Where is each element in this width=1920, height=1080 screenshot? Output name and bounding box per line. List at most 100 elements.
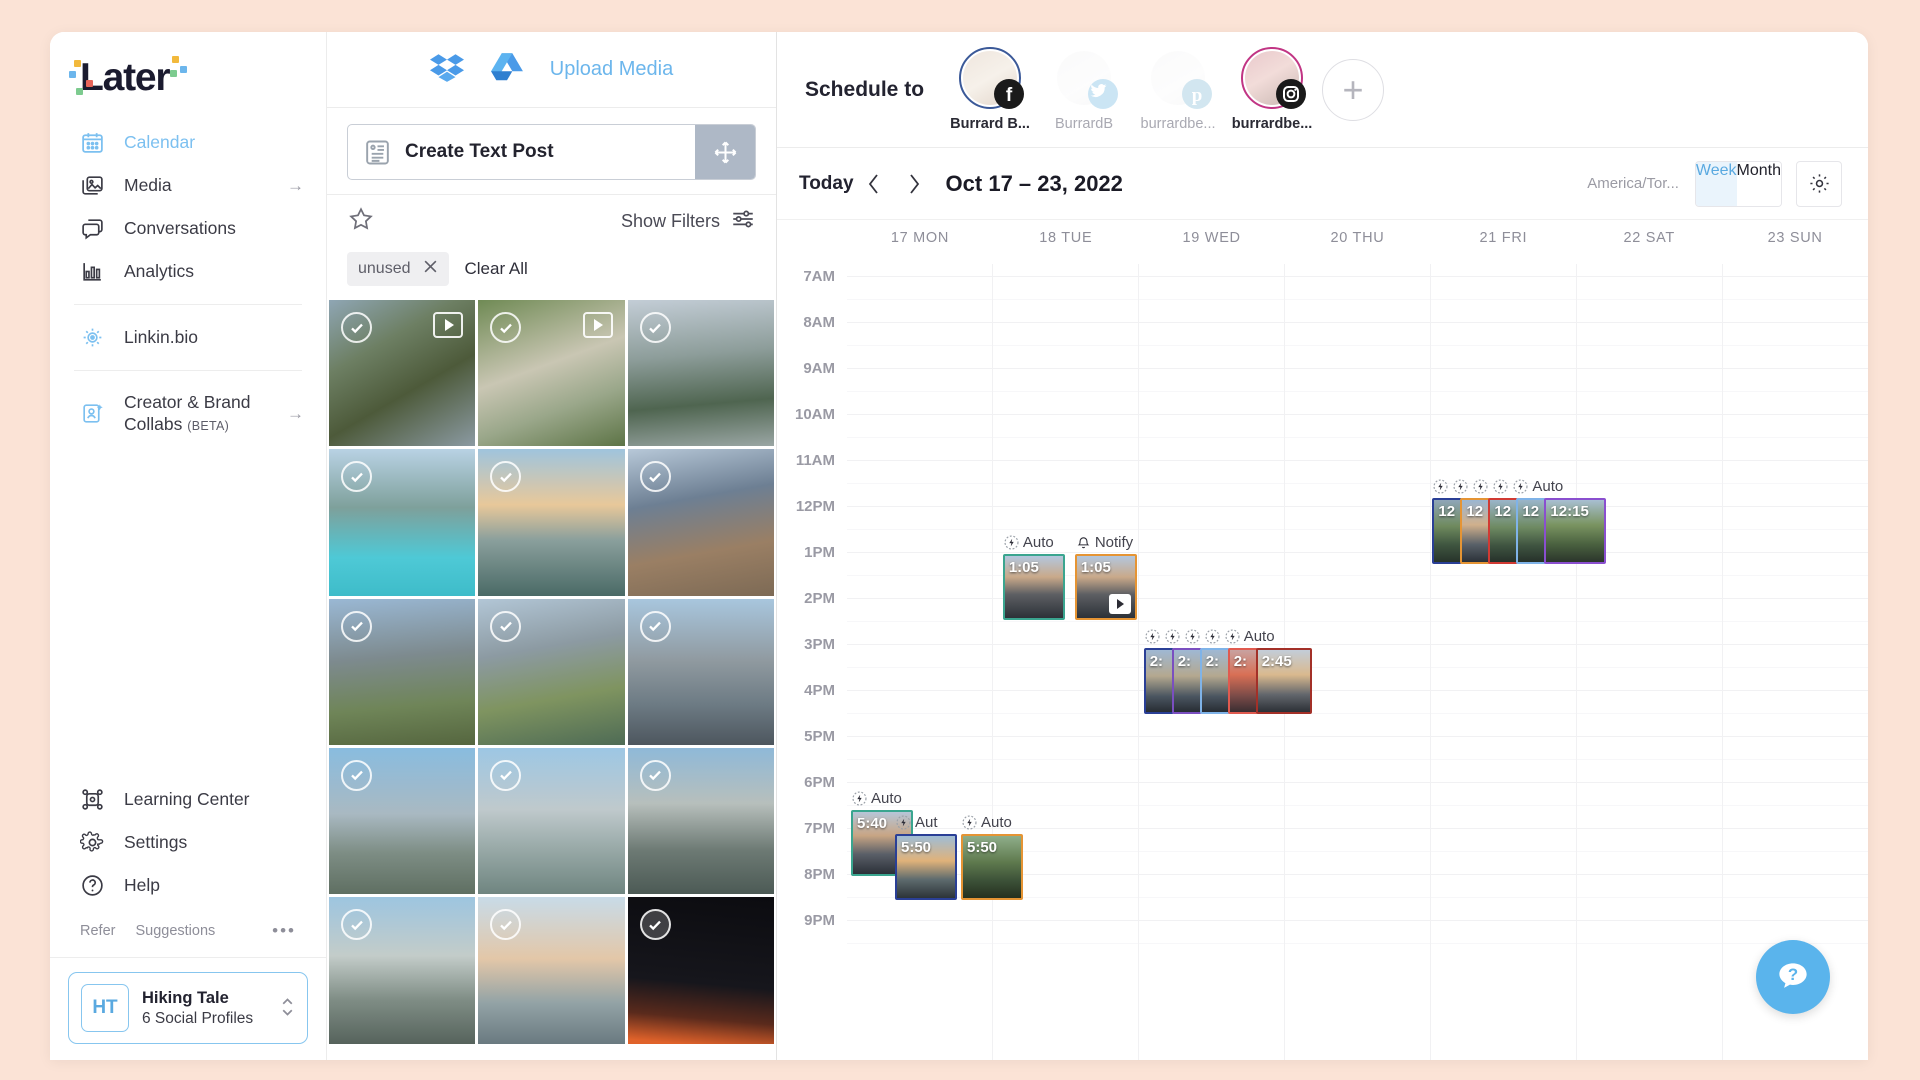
show-filters-button[interactable]: Show Filters: [621, 211, 720, 232]
social-profile-facebook[interactable]: fBurrard B...: [948, 47, 1032, 132]
post-status-tags: Notify: [1075, 532, 1137, 552]
dropbox-icon[interactable]: [430, 50, 464, 89]
post-thumbnails: 1:05: [1075, 554, 1137, 620]
media-thumbnail[interactable]: [329, 449, 475, 595]
media-thumbnail[interactable]: [478, 897, 624, 1043]
suggestions-link[interactable]: Suggestions: [135, 923, 215, 939]
media-thumbnail[interactable]: [478, 449, 624, 595]
media-thumbnail[interactable]: [478, 748, 624, 894]
scheduled-post[interactable]: 2:: [1228, 648, 1258, 714]
scheduled-post[interactable]: 12: [1460, 498, 1490, 564]
sidebar-item-help[interactable]: Help: [50, 864, 326, 907]
create-text-post-button[interactable]: Create Text Post: [347, 124, 756, 180]
time-label: 12PM: [796, 498, 835, 515]
media-thumbnail[interactable]: [628, 599, 774, 745]
scheduled-post[interactable]: 12: [1516, 498, 1546, 564]
scheduled-post[interactable]: 2:: [1200, 648, 1230, 714]
post-time: 12: [1466, 503, 1483, 520]
google-drive-icon[interactable]: [490, 50, 524, 89]
post-status-label: Notify: [1095, 534, 1133, 551]
media-select-checkmark[interactable]: [341, 760, 372, 791]
scheduled-post[interactable]: 1:05: [1075, 554, 1137, 620]
media-thumbnail[interactable]: [628, 300, 774, 446]
time-label: 10AM: [795, 406, 835, 423]
sidebar-bottom: Learning Center Settings: [50, 778, 326, 1060]
media-thumbnail[interactable]: [329, 748, 475, 894]
sidebar-item-media[interactable]: Media →: [50, 164, 326, 207]
scheduled-post[interactable]: 12: [1488, 498, 1518, 564]
media-thumbnail[interactable]: [329, 897, 475, 1043]
media-select-checkmark[interactable]: [640, 461, 671, 492]
close-icon[interactable]: [423, 259, 438, 279]
media-thumbnail[interactable]: [329, 300, 475, 446]
sidebar-item-label: Settings: [124, 832, 187, 853]
sidebar-item-label-2: Collabs: [124, 414, 182, 434]
create-text-post-label: Create Text Post: [405, 125, 695, 179]
post-status-label: Auto: [871, 790, 902, 807]
tab-week[interactable]: Week: [1696, 162, 1737, 206]
more-options-icon[interactable]: •••: [272, 921, 296, 941]
post-status-label: Aut: [915, 814, 938, 831]
drag-move-icon[interactable]: [695, 125, 755, 179]
sidebar-item-conversations[interactable]: Conversations: [50, 207, 326, 250]
media-thumbnail[interactable]: [628, 449, 774, 595]
sidebar-item-linkinbio[interactable]: Linkin.bio: [50, 316, 326, 359]
sidebar-item-creator-brand-collabs[interactable]: Creator & Brand Collabs (BETA) →: [50, 382, 326, 445]
media-select-checkmark[interactable]: [640, 760, 671, 791]
sliders-icon[interactable]: [730, 206, 756, 237]
media-thumbnail[interactable]: [628, 897, 774, 1043]
social-profile-twitter[interactable]: BurrardB: [1042, 47, 1126, 132]
upload-media-button[interactable]: Upload Media: [550, 58, 673, 81]
media-select-checkmark[interactable]: [640, 909, 671, 940]
sidebar-item-analytics[interactable]: Analytics: [50, 250, 326, 293]
post-status-tag: Auto: [1003, 534, 1054, 551]
clear-all-button[interactable]: Clear All: [465, 259, 528, 279]
sidebar-item-settings[interactable]: Settings: [50, 821, 326, 864]
logo[interactable]: Later: [50, 32, 326, 115]
refer-link[interactable]: Refer: [80, 923, 115, 939]
post-thumbnails: 2:2:2:2:2:45: [1144, 648, 1312, 714]
media-select-checkmark[interactable]: [490, 611, 521, 642]
today-button[interactable]: Today: [799, 173, 854, 195]
media-select-checkmark[interactable]: [640, 312, 671, 343]
post-status-tag: Auto: [851, 790, 902, 807]
account-switcher[interactable]: HT Hiking Tale 6 Social Profiles: [68, 972, 308, 1044]
media-thumbnail[interactable]: [478, 599, 624, 745]
media-thumbnail[interactable]: [628, 748, 774, 894]
tab-month[interactable]: Month: [1737, 162, 1781, 206]
scheduled-post[interactable]: 12: [1432, 498, 1462, 564]
scheduled-post[interactable]: 1:05: [1003, 554, 1065, 620]
avatar: [1241, 47, 1303, 109]
calendar-settings-button[interactable]: [1796, 161, 1842, 207]
sidebar-item-label: Calendar: [124, 132, 195, 153]
day-header: 21 FRI: [1430, 220, 1576, 264]
view-toggle: Week Month: [1695, 161, 1782, 207]
media-select-checkmark[interactable]: [640, 611, 671, 642]
help-chat-button[interactable]: ?: [1756, 940, 1830, 1014]
scheduled-post[interactable]: 12:15: [1544, 498, 1606, 564]
timezone-label[interactable]: America/Tor...: [1587, 175, 1679, 192]
scheduled-post[interactable]: 5:50: [895, 834, 957, 900]
media-select-checkmark[interactable]: [341, 611, 372, 642]
media-thumbnail[interactable]: [478, 300, 624, 446]
filter-chip-unused[interactable]: unused: [347, 252, 449, 286]
sidebar-item-calendar[interactable]: Calendar: [50, 121, 326, 164]
scheduled-post[interactable]: 2:: [1172, 648, 1202, 714]
scheduled-post-group: Auto 1:05: [1003, 532, 1065, 620]
star-icon[interactable]: [347, 205, 375, 238]
logo-square-yellow-2: [172, 56, 179, 63]
media-thumbnail[interactable]: [329, 599, 475, 745]
scheduled-post[interactable]: 2:45: [1256, 648, 1312, 714]
sidebar-item-label: Media: [124, 175, 172, 196]
chevron-left-icon[interactable]: [854, 164, 894, 204]
sidebar-item-learning-center[interactable]: Learning Center: [50, 778, 326, 821]
scheduled-post[interactable]: 2:: [1144, 648, 1174, 714]
scheduled-post[interactable]: 5:50: [961, 834, 1023, 900]
social-profile-instagram[interactable]: burrardbe...: [1230, 47, 1314, 132]
social-profile-pinterest[interactable]: pburrardbe...: [1136, 47, 1220, 132]
chevron-updown-icon[interactable]: [280, 993, 295, 1024]
add-profile-button[interactable]: +: [1322, 59, 1384, 121]
post-status-tag: Aut: [895, 814, 938, 831]
chevron-right-icon[interactable]: [894, 164, 934, 204]
media-select-checkmark[interactable]: [341, 312, 372, 343]
